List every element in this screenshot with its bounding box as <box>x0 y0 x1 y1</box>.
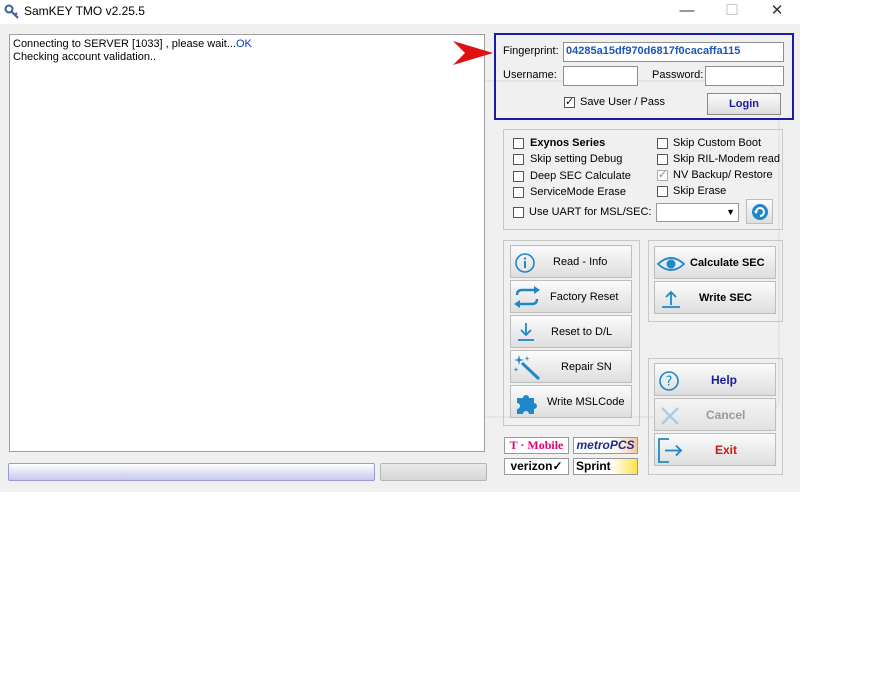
chevron-down-icon: ▼ <box>726 207 735 217</box>
save-user-pass-label: Save User / Pass <box>580 96 665 108</box>
help-button[interactable]: ? Help <box>654 363 776 396</box>
password-label: Password: <box>652 69 704 81</box>
nv-backup-restore-checkbox[interactable] <box>657 168 668 181</box>
question-icon: ? <box>659 371 679 391</box>
log-line-2: Checking account validation.. <box>13 51 157 63</box>
skip-ril-modem-read-label: Skip RIL-Modem read <box>673 153 780 165</box>
log-output[interactable]: Connecting to SERVER [1033] , please wai… <box>9 34 485 452</box>
servicemode-erase-checkbox[interactable] <box>513 187 524 198</box>
save-user-pass-checkbox[interactable] <box>564 95 575 108</box>
login-button[interactable]: Login <box>707 93 781 115</box>
minimize-button[interactable]: — <box>664 0 710 24</box>
password-input[interactable] <box>705 66 784 86</box>
repair-sn-button[interactable]: Repair SN <box>510 350 632 383</box>
skip-setting-debug-label: Skip setting Debug <box>530 153 623 165</box>
factory-reset-button[interactable]: Factory Reset <box>510 280 632 313</box>
secondary-progress-bar <box>380 463 487 481</box>
skip-custom-boot-label: Skip Custom Boot <box>673 137 762 149</box>
svg-text:?: ? <box>666 375 673 390</box>
metropcs-logo: metroPCS <box>573 437 638 454</box>
nv-backup-restore-label: NV Backup/ Restore <box>673 169 773 181</box>
skip-setting-debug-checkbox[interactable] <box>513 154 524 165</box>
servicemode-erase-label: ServiceMode Erase <box>530 186 626 198</box>
info-icon <box>515 253 535 273</box>
red-arrow-icon <box>453 41 493 65</box>
write-sec-button[interactable]: Write SEC <box>654 281 776 314</box>
fingerprint-field[interactable]: 04285a15df970d6817f0cacaffa115 <box>563 42 784 62</box>
exynos-series-label: Exynos Series <box>530 137 606 149</box>
eye-icon <box>657 257 685 271</box>
cancel-button[interactable]: Cancel <box>654 398 776 431</box>
deep-sec-calculate-checkbox[interactable] <box>513 171 524 182</box>
read-info-button[interactable]: Read - Info <box>510 245 632 278</box>
progress-bar <box>8 463 375 481</box>
skip-ril-modem-read-checkbox[interactable] <box>657 154 668 165</box>
window-title: SamKEY TMO v2.25.5 <box>24 4 145 18</box>
exynos-series-checkbox[interactable] <box>513 138 524 149</box>
exit-button[interactable]: Exit <box>654 433 776 466</box>
refresh-ports-button[interactable] <box>746 199 773 224</box>
verizon-logo: verizon✓ <box>504 458 569 475</box>
magic-wand-icon <box>513 355 541 381</box>
log-line-1: Connecting to SERVER [1033] , please wai… <box>13 38 252 50</box>
maximize-button[interactable]: ☐ <box>709 0 755 24</box>
close-icon <box>661 407 679 425</box>
deep-sec-calculate-label: Deep SEC Calculate <box>530 170 631 182</box>
title-bar: SamKEY TMO v2.25.5 — ☐ ✕ <box>0 0 800 24</box>
username-input[interactable] <box>563 66 638 86</box>
fingerprint-label: Fingerprint: <box>503 45 559 57</box>
skip-erase-checkbox[interactable] <box>657 186 668 197</box>
upload-icon <box>662 290 680 308</box>
puzzle-icon <box>517 395 537 414</box>
sprint-logo: Sprint <box>573 458 638 475</box>
calculate-sec-button[interactable]: Calculate SEC <box>654 246 776 279</box>
skip-custom-boot-checkbox[interactable] <box>657 138 668 149</box>
reset-to-dl-button[interactable]: Reset to D/L <box>510 315 632 348</box>
tmobile-logo: T · Mobile <box>504 437 569 454</box>
download-icon <box>518 323 534 341</box>
close-button[interactable]: ✕ <box>754 0 800 24</box>
write-mslcode-button[interactable]: Write MSLCode <box>510 385 632 418</box>
exit-icon <box>658 438 683 463</box>
uart-port-select[interactable]: ▼ <box>656 203 739 222</box>
key-icon <box>4 4 19 19</box>
use-uart-label: Use UART for MSL/SEC: <box>529 206 652 218</box>
username-label: Username: <box>503 69 557 81</box>
repeat-icon <box>514 286 540 308</box>
skip-erase-label: Skip Erase <box>673 185 727 197</box>
log-status-ok: OK <box>235 38 252 50</box>
refresh-icon <box>752 204 768 220</box>
use-uart-checkbox[interactable] <box>513 207 524 218</box>
